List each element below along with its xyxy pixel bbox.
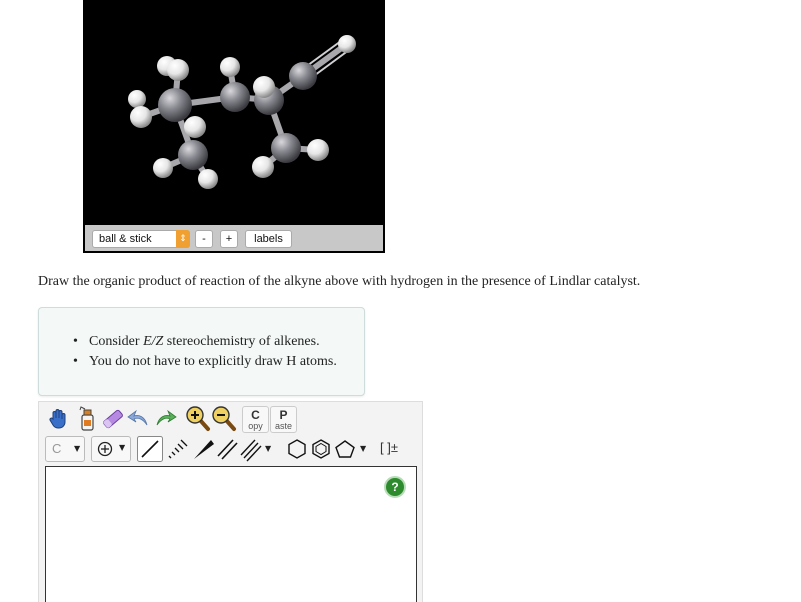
hint-ez-term: E/Z xyxy=(143,334,164,349)
hashed-bond-icon[interactable] xyxy=(165,436,189,462)
plus-charge-icon xyxy=(97,441,113,457)
paste-big-letter: P xyxy=(279,408,288,422)
zoom-in-button[interactable]: + xyxy=(220,230,238,248)
select-updown-icon: ⇕ xyxy=(176,230,190,248)
question-text: Draw the organic product of reaction of … xyxy=(38,274,641,289)
single-bond-icon[interactable] xyxy=(137,436,163,462)
hand-pan-icon[interactable] xyxy=(47,407,71,431)
undo-icon[interactable] xyxy=(127,407,151,431)
cyclopentane-icon[interactable] xyxy=(333,436,357,462)
molecule-3d-viewer[interactable]: ball & stick ⇕ - + labels xyxy=(83,0,385,253)
redo-icon[interactable] xyxy=(153,407,177,431)
hint-text: stereochemistry of alkenes. xyxy=(163,334,320,349)
paste-button[interactable]: P aste xyxy=(270,406,297,433)
wedge-bond-icon[interactable] xyxy=(191,436,215,462)
hint-box: Consider E/Z stereochemistry of alkenes.… xyxy=(38,307,365,396)
cyclohexane-icon[interactable] xyxy=(285,436,309,462)
viewer-controls-bar: ball & stick ⇕ - + labels xyxy=(85,225,383,251)
copy-button[interactable]: C opy xyxy=(242,406,269,433)
chevron-down-icon: ▼ xyxy=(119,443,126,452)
atom-type-value: C xyxy=(52,441,62,456)
drawing-canvas[interactable]: ? xyxy=(45,466,417,602)
zoom-out-icon[interactable] xyxy=(211,405,237,433)
chevron-down-icon: ▼ xyxy=(74,444,81,453)
atom-type-select[interactable]: C ▼ xyxy=(45,436,85,462)
bond-dropdown-chevron-icon[interactable]: ▼ xyxy=(265,444,271,453)
ring-dropdown-chevron-icon[interactable]: ▼ xyxy=(360,444,366,453)
bracket-charge-button[interactable]: [ ]± xyxy=(380,440,398,455)
benzene-icon[interactable] xyxy=(309,436,333,462)
molecule-ball-and-stick-model[interactable] xyxy=(83,0,385,225)
zoom-in-icon[interactable] xyxy=(185,405,211,433)
double-bond-icon[interactable] xyxy=(215,436,239,462)
eraser-icon[interactable] xyxy=(101,407,125,431)
triple-bond-icon[interactable] xyxy=(239,436,263,462)
copy-small-text: opy xyxy=(248,421,263,431)
hint-text: Consider xyxy=(89,334,144,349)
hint-item-hydrogens: You do not have to explicitly draw H ato… xyxy=(73,352,337,372)
hint-list: Consider E/Z stereochemistry of alkenes.… xyxy=(73,332,337,372)
render-style-value: ball & stick xyxy=(99,233,152,245)
paste-small-text: aste xyxy=(274,421,292,431)
structure-editor: C opy P aste C ▼ ▼ ▼ ▼ []± ? xyxy=(38,401,423,602)
labels-button[interactable]: labels xyxy=(245,230,292,248)
zoom-out-button[interactable]: - xyxy=(195,230,213,248)
help-icon[interactable]: ? xyxy=(384,476,406,498)
charge-select[interactable]: ▼ xyxy=(91,436,131,462)
erase-bottle-icon[interactable] xyxy=(75,406,99,432)
copy-big-letter: C xyxy=(251,408,260,422)
render-style-select[interactable]: ball & stick ⇕ xyxy=(92,230,190,248)
hint-item-ez: Consider E/Z stereochemistry of alkenes. xyxy=(73,332,337,352)
